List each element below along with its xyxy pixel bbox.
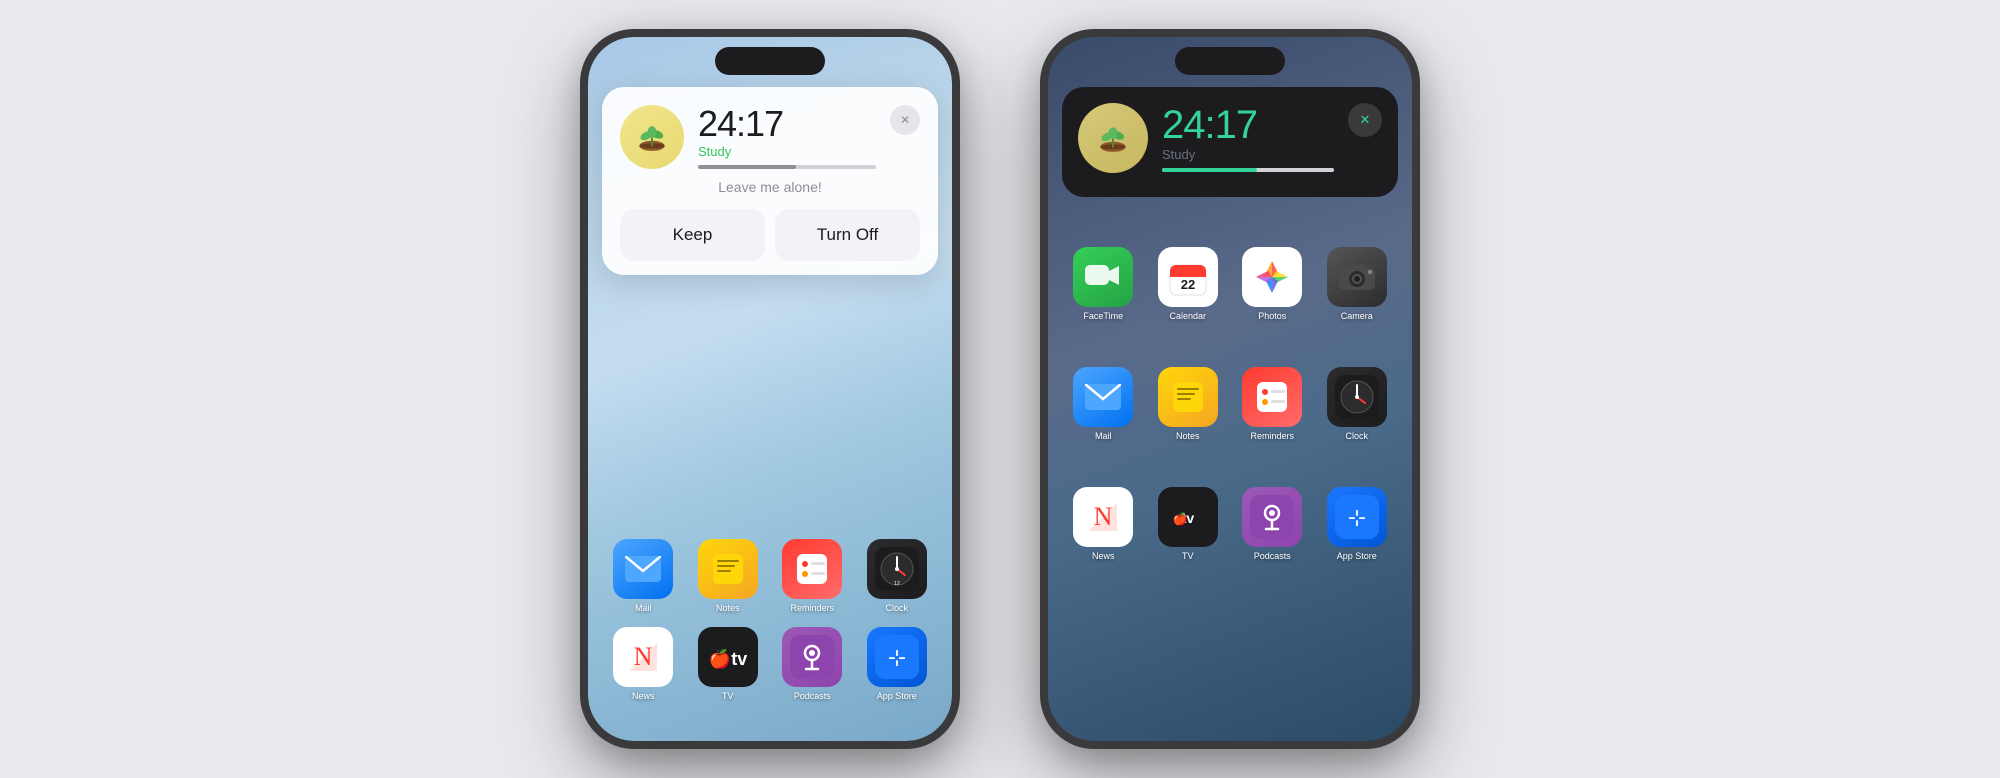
svg-text:12: 12: [894, 581, 900, 587]
app-podcasts-dark[interactable]: Podcasts: [1237, 487, 1308, 561]
calendar-icon: 22: [1158, 247, 1218, 307]
podcasts-icon-dark: [1242, 487, 1302, 547]
progress-bar-light: [698, 165, 876, 169]
podcasts-label-left: Podcasts: [794, 691, 831, 701]
clock-icon-left: 12: [867, 539, 927, 599]
close-button-dark[interactable]: ✕: [1348, 103, 1382, 137]
focus-card-dark: 24:17 Study ✕: [1062, 87, 1398, 197]
appstore-label-dark: App Store: [1337, 551, 1377, 561]
news-label-left: News: [632, 691, 655, 701]
app-reminders-left[interactable]: Reminders: [777, 539, 848, 613]
podcasts-label-dark: Podcasts: [1254, 551, 1291, 561]
reminders-label-dark: Reminders: [1250, 431, 1294, 441]
app-photos[interactable]: Photos: [1237, 247, 1308, 321]
app-camera[interactable]: Camera: [1322, 247, 1393, 321]
appstore-label-left: App Store: [877, 691, 917, 701]
reminders-icon-dark: [1242, 367, 1302, 427]
svg-text:🍎tv: 🍎tv: [709, 648, 747, 669]
app-notes-dark[interactable]: Notes: [1153, 367, 1224, 441]
app-appstore-dark[interactable]: ⊹ App Store: [1322, 487, 1393, 561]
facetime-label: FaceTime: [1083, 311, 1123, 321]
progress-fill-dark: [1162, 168, 1257, 172]
facetime-icon: [1073, 247, 1133, 307]
tv-label-dark: TV: [1182, 551, 1194, 561]
phones-container: 24:17 Study ✕ Leave me alone! Keep Turn …: [0, 9, 2000, 769]
app-appstore-left[interactable]: ⊹ App Store: [862, 627, 933, 701]
photos-label: Photos: [1258, 311, 1286, 321]
reminders-label-left: Reminders: [790, 603, 834, 613]
calendar-label: Calendar: [1169, 311, 1206, 321]
timer-label-light: Study: [698, 144, 876, 159]
clock-label-left: Clock: [885, 603, 908, 613]
timer-row-light: 24:17 Study ✕: [620, 105, 920, 169]
notch-right: [1175, 47, 1285, 75]
keep-button[interactable]: Keep: [620, 209, 765, 261]
app-reminders-dark[interactable]: Reminders: [1237, 367, 1308, 441]
turn-off-button[interactable]: Turn Off: [775, 209, 920, 261]
svg-text:22: 22: [1181, 277, 1195, 292]
app-mail-dark[interactable]: Mail: [1068, 367, 1139, 441]
app-clock-left[interactable]: 12 Clock: [862, 539, 933, 613]
camera-label: Camera: [1341, 311, 1373, 321]
plant-avatar-dark: [1078, 103, 1148, 173]
notes-label-dark: Notes: [1176, 431, 1200, 441]
mail-label-dark: Mail: [1095, 431, 1112, 441]
phone-right: 24:17 Study ✕ FaceTime: [1040, 29, 1420, 749]
tv-label-left: TV: [722, 691, 734, 701]
svg-text:⊹: ⊹: [888, 645, 906, 670]
clock-label-dark: Clock: [1345, 431, 1368, 441]
mail-label-left: Mail: [635, 603, 652, 613]
timer-row-dark: 24:17 Study ✕: [1078, 103, 1382, 173]
app-podcasts-left[interactable]: Podcasts: [777, 627, 848, 701]
app-news-left[interactable]: N News: [608, 627, 679, 701]
podcasts-icon-left: [782, 627, 842, 687]
camera-icon: [1327, 247, 1387, 307]
timer-time-light: 24:17: [698, 106, 876, 142]
timer-time-dark: 24:17: [1162, 105, 1334, 145]
svg-text:🍎: 🍎: [1172, 511, 1187, 526]
app-tv-left[interactable]: 🍎tv TV: [693, 627, 764, 701]
progress-bar-dark: [1162, 168, 1334, 172]
phone-right-screen: 24:17 Study ✕ FaceTime: [1048, 37, 1412, 741]
app-tv-dark[interactable]: tv🍎 TV: [1153, 487, 1224, 561]
app-facetime[interactable]: FaceTime: [1068, 247, 1139, 321]
phone-left: 24:17 Study ✕ Leave me alone! Keep Turn …: [580, 29, 960, 749]
timer-info-dark: 24:17 Study: [1162, 105, 1334, 172]
svg-text:⊹: ⊹: [1348, 505, 1366, 530]
appstore-icon-left: ⊹: [867, 627, 927, 687]
tv-icon-dark: tv🍎: [1158, 487, 1218, 547]
app-news-dark[interactable]: N News: [1068, 487, 1139, 561]
leave-text: Leave me alone!: [620, 179, 920, 195]
app-clock-dark[interactable]: Clock: [1322, 367, 1393, 441]
photos-icon: [1242, 247, 1302, 307]
action-buttons: Keep Turn Off: [620, 209, 920, 261]
app-notes-left[interactable]: Notes: [693, 539, 764, 613]
app-mail-left[interactable]: Mail: [608, 539, 679, 613]
notes-label-left: Notes: [716, 603, 740, 613]
app-row1-dark: FaceTime 22 Calendar Photos: [1048, 247, 1412, 321]
plant-avatar-light: [620, 105, 684, 169]
app-grid-left: Mail Notes Reminders 12: [588, 539, 952, 701]
news-icon-left: N: [613, 627, 673, 687]
appstore-icon-dark: ⊹: [1327, 487, 1387, 547]
news-label-dark: News: [1092, 551, 1115, 561]
timer-info-light: 24:17 Study: [698, 106, 876, 169]
focus-card-light: 24:17 Study ✕ Leave me alone! Keep Turn …: [602, 87, 938, 275]
notch-left: [715, 47, 825, 75]
phone-left-screen: 24:17 Study ✕ Leave me alone! Keep Turn …: [588, 37, 952, 741]
notes-icon-dark: [1158, 367, 1218, 427]
news-icon-dark: N: [1073, 487, 1133, 547]
reminders-icon-left: [782, 539, 842, 599]
notes-icon-left: [698, 539, 758, 599]
close-button-light[interactable]: ✕: [890, 105, 920, 135]
app-calendar[interactable]: 22 Calendar: [1153, 247, 1224, 321]
clock-icon-dark: [1327, 367, 1387, 427]
mail-icon-dark: [1073, 367, 1133, 427]
tv-icon-left: 🍎tv: [698, 627, 758, 687]
progress-fill-light: [698, 165, 796, 169]
app-row2-dark: Mail Notes Reminders: [1048, 367, 1412, 441]
mail-icon-left: [613, 539, 673, 599]
timer-label-dark: Study: [1162, 147, 1334, 162]
app-row3-dark: N News tv🍎 TV Podcasts: [1048, 487, 1412, 561]
